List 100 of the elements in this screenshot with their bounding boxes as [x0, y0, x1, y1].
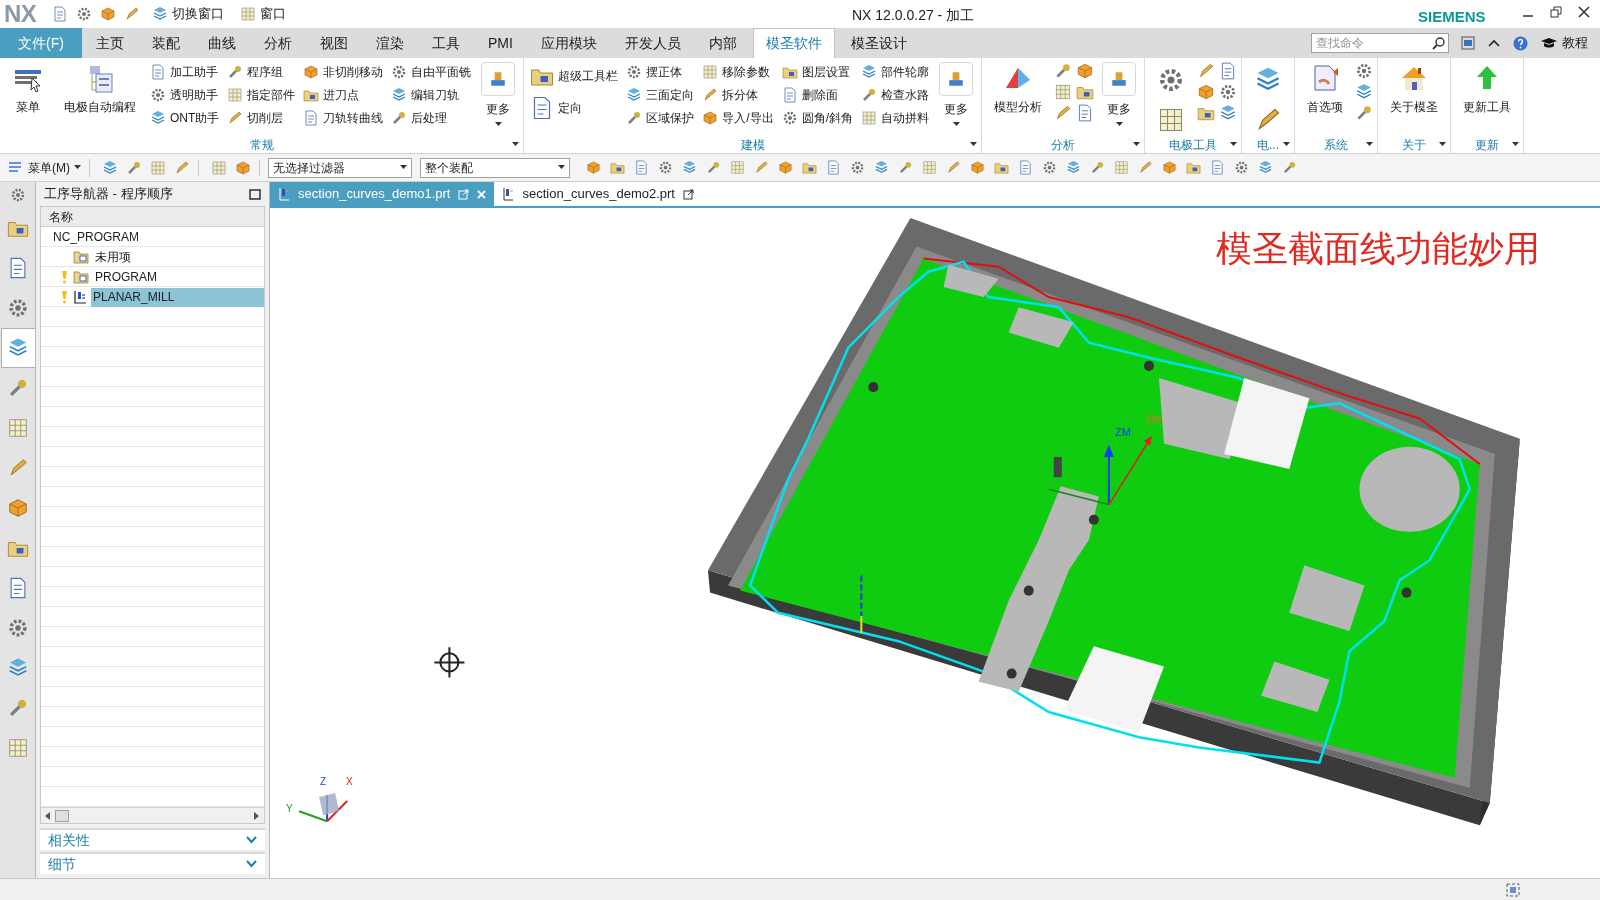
ribbon-button[interactable]: 程序组 — [225, 62, 298, 82]
caret-icon[interactable] — [1366, 142, 1374, 147]
ribbon-button[interactable]: 菜单 — [4, 62, 52, 132]
cube-icon[interactable] — [970, 160, 985, 175]
folder-icon[interactable] — [802, 160, 817, 175]
caret-icon[interactable] — [970, 142, 978, 147]
layers-icon[interactable] — [1219, 104, 1238, 122]
pencil-icon[interactable] — [124, 6, 141, 22]
scroll-thumb[interactable] — [55, 809, 69, 822]
ribbon-tab[interactable]: 应用模块 — [528, 28, 609, 58]
caret-icon[interactable] — [1512, 142, 1520, 147]
gear-icon[interactable] — [1042, 160, 1057, 175]
gear-icon[interactable] — [850, 160, 865, 175]
document-icon[interactable] — [826, 160, 841, 175]
pencil-icon[interactable] — [754, 160, 769, 175]
ribbon-button[interactable]: 摆正体 — [624, 62, 697, 82]
pencil-icon[interactable] — [1197, 62, 1216, 80]
restore-icon[interactable] — [1550, 6, 1562, 18]
ribbon-button[interactable]: 透明助手 — [148, 85, 222, 105]
ribbon-button[interactable]: 进刀点 — [301, 85, 386, 105]
ribbon-button[interactable]: 更新工具 — [1455, 62, 1520, 132]
wrench-icon[interactable] — [126, 159, 142, 176]
layers-icon[interactable] — [1258, 160, 1273, 175]
folder-icon[interactable] — [610, 160, 625, 175]
ribbon-button[interactable]: 拆分体 — [700, 85, 776, 105]
gear-icon[interactable] — [1234, 160, 1249, 175]
more-button[interactable]: 更多 — [1098, 62, 1141, 132]
gear-icon[interactable] — [1219, 83, 1238, 101]
pencil-icon[interactable] — [174, 159, 190, 176]
ribbon-button[interactable]: 切削层 — [225, 108, 298, 128]
grid-icon[interactable] — [150, 159, 166, 176]
caret-icon[interactable] — [512, 142, 520, 147]
scrollbar[interactable] — [41, 807, 264, 823]
layers-icon[interactable] — [682, 160, 697, 175]
ribbon-button[interactable]: 编辑刀轨 — [389, 85, 474, 105]
grid-icon[interactable] — [730, 160, 745, 175]
wrench-icon[interactable] — [1054, 62, 1073, 80]
fit-view-icon[interactable] — [1506, 882, 1520, 897]
ribbon-button[interactable]: 关于模圣 — [1382, 62, 1447, 132]
scroll-left-icon[interactable] — [45, 811, 51, 820]
ribbon-button[interactable]: 指定部件 — [225, 85, 298, 105]
caret-icon[interactable] — [1230, 142, 1238, 147]
cube-icon[interactable] — [1076, 62, 1095, 80]
quick-access-button[interactable]: 切换窗口 — [148, 4, 229, 24]
wrench-icon[interactable] — [898, 160, 913, 175]
filter-dropdown[interactable]: 整个装配 — [420, 157, 570, 178]
ribbon-tab[interactable]: 曲线 — [196, 28, 248, 58]
search-field[interactable]: 查找命令 — [1311, 33, 1449, 53]
ribbon-button[interactable]: 后处理 — [389, 108, 474, 128]
view-triad-icon[interactable] — [298, 793, 348, 823]
ribbon-tab[interactable]: 开发人员 — [612, 28, 693, 58]
gear-icon[interactable] — [9, 187, 26, 203]
ribbon-button[interactable]: 部件轮廓 — [859, 62, 932, 82]
tree-item[interactable]: PROGRAM — [93, 267, 159, 287]
ribbon-tab[interactable]: 模圣软件 — [752, 28, 835, 58]
more-button[interactable]: 更多 — [935, 62, 978, 132]
tree-item[interactable]: PLANAR_MILL — [91, 287, 264, 307]
grid-icon[interactable] — [211, 159, 227, 176]
ribbon-button[interactable]: 移除参数 — [700, 62, 776, 82]
grid-icon[interactable] — [1114, 160, 1129, 175]
pencil-icon[interactable] — [1138, 160, 1153, 175]
help-icon[interactable] — [1513, 35, 1528, 51]
ribbon-button[interactable]: 刀轨转曲线 — [301, 108, 386, 128]
ribbon-button[interactable]: 超级工具栏 — [528, 66, 621, 86]
folder-icon[interactable] — [1186, 160, 1201, 175]
cube-icon[interactable] — [1162, 160, 1177, 175]
gear-icon[interactable] — [658, 160, 673, 175]
ribbon-button[interactable]: 模型分析 — [986, 62, 1051, 132]
ribbon-button[interactable]: 非切削移动 — [301, 62, 386, 82]
ribbon-tab[interactable]: 内部 — [696, 28, 749, 58]
document-icon[interactable] — [1210, 160, 1225, 175]
cube-icon[interactable] — [235, 159, 251, 176]
close-icon[interactable] — [1578, 6, 1590, 18]
ribbon-tab[interactable]: 分析 — [252, 28, 304, 58]
layers-icon[interactable] — [874, 160, 889, 175]
folder-icon[interactable] — [994, 160, 1009, 175]
quick-access-button[interactable]: 窗口 — [236, 4, 291, 24]
layers-icon[interactable] — [1355, 83, 1374, 101]
ribbon-tab[interactable]: 工具 — [420, 28, 472, 58]
wrench-icon[interactable] — [1355, 104, 1374, 122]
layers-icon[interactable] — [102, 159, 118, 176]
ribbon-tab[interactable]: PMI — [476, 28, 525, 58]
collapsible-panel[interactable]: 相关性 — [40, 828, 265, 850]
filter-dropdown[interactable]: 无选择过滤器 — [268, 157, 412, 178]
ribbon-tab[interactable]: 渲染 — [364, 28, 416, 58]
more-button[interactable]: 更多 — [477, 62, 520, 132]
cube-icon[interactable] — [586, 160, 601, 175]
ribbon-button[interactable]: 检查水路 — [859, 85, 932, 105]
collapsible-panel[interactable]: 细节 — [40, 852, 265, 874]
wrench-icon[interactable] — [1090, 160, 1105, 175]
ribbon-button[interactable]: 区域保护 — [624, 108, 697, 128]
ribbon-button[interactable]: 三面定向 — [624, 85, 697, 105]
ribbon-button[interactable]: 电极自动编程 — [56, 62, 144, 132]
wrench-icon[interactable] — [706, 160, 721, 175]
document-icon[interactable] — [1018, 160, 1033, 175]
document-icon[interactable] — [52, 6, 69, 22]
ribbon-button[interactable]: 图层设置 — [779, 62, 856, 82]
layers-icon[interactable] — [1066, 160, 1081, 175]
ribbon-button[interactable]: ONT助手 — [148, 108, 222, 128]
ribbon-button[interactable]: 自由平面铣 — [389, 62, 474, 82]
